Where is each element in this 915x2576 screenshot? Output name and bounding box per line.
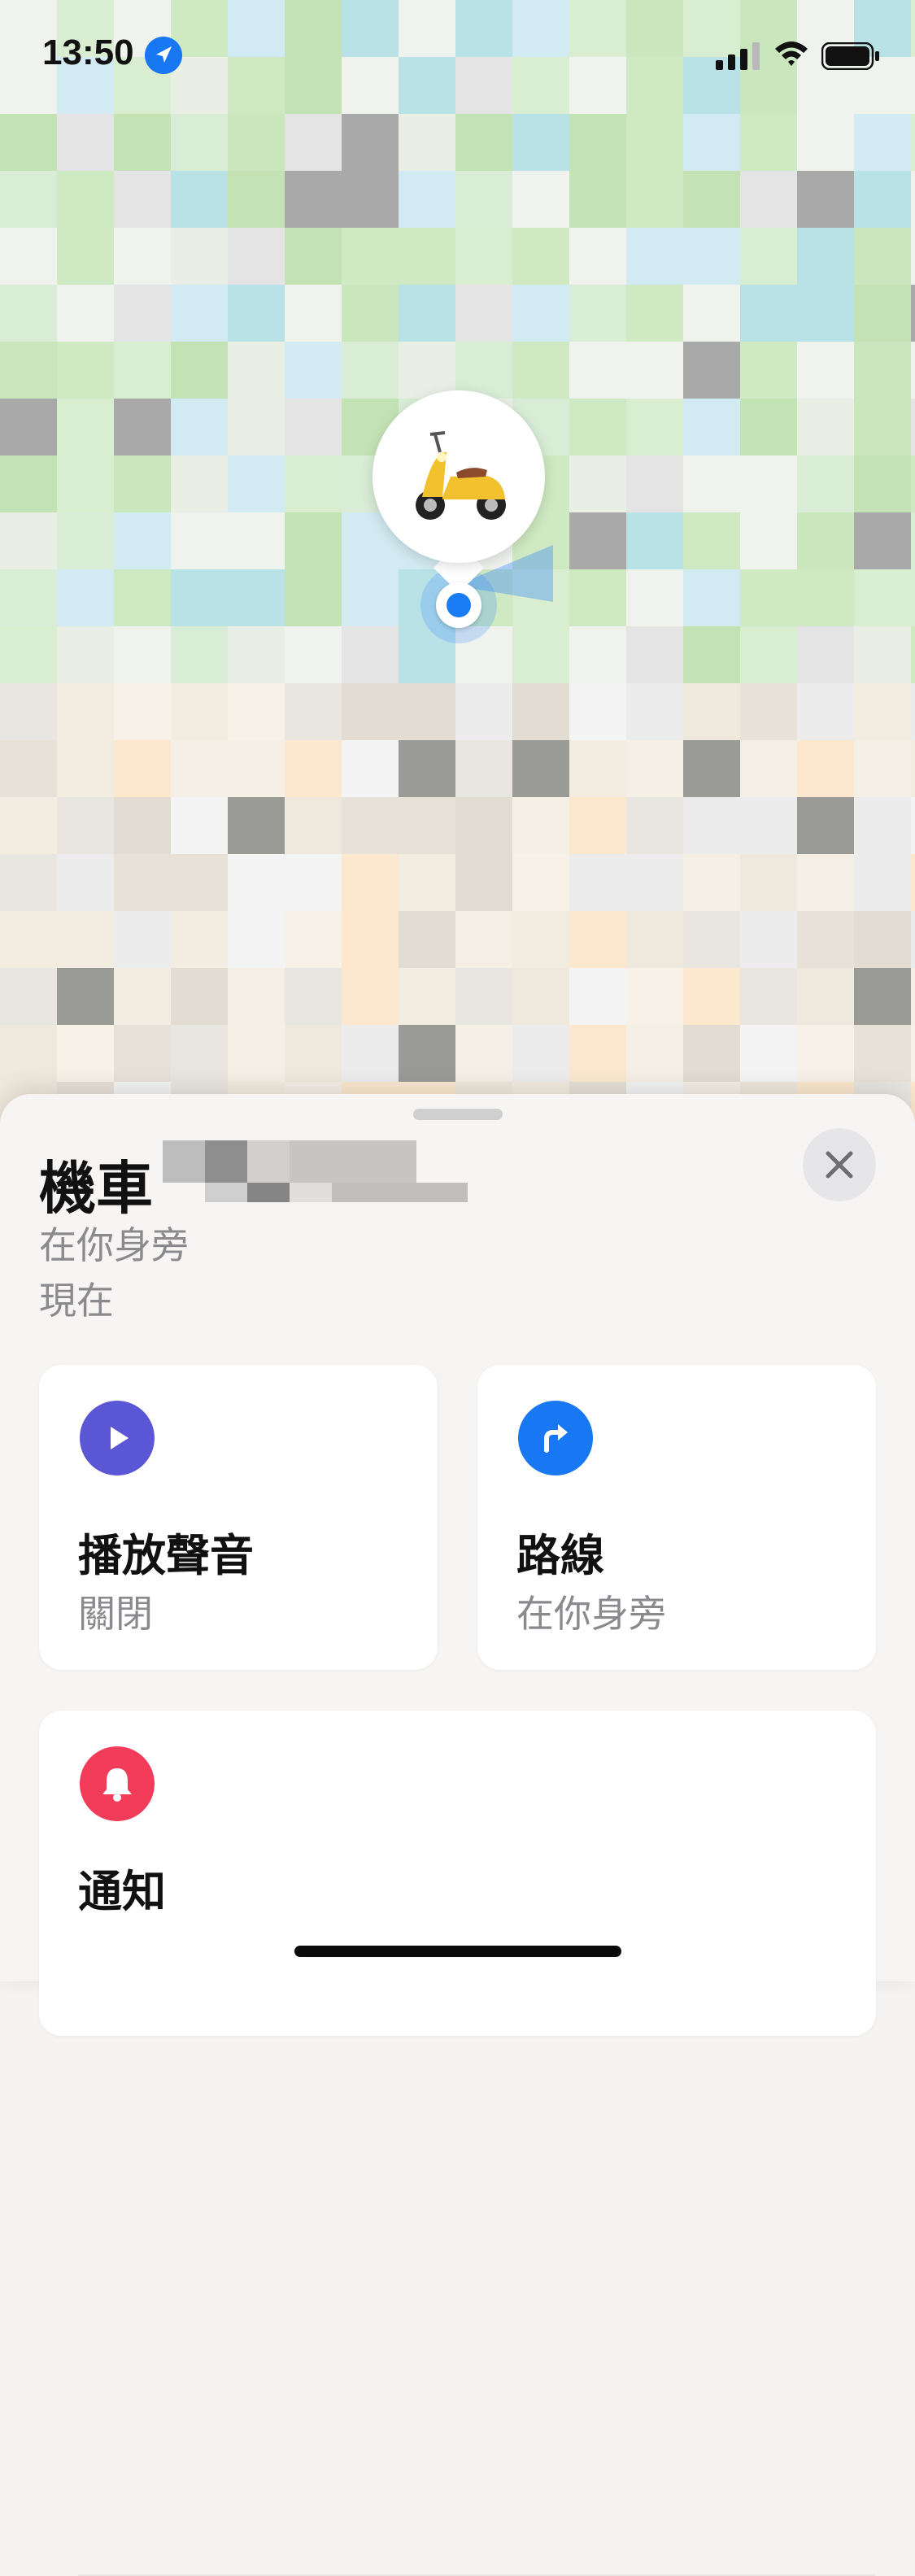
scooter-pin[interactable] xyxy=(373,390,545,563)
directions-title: 路線 xyxy=(516,1530,604,1581)
item-detail-sheet: 機車 在你身旁 現在 播放聲音 關閉 路線 在你身旁 通知 xyxy=(0,1094,915,2576)
item-title: 機車 xyxy=(39,1155,153,1222)
close-icon xyxy=(826,1151,853,1179)
notifications-title: 通知 xyxy=(78,1866,166,1917)
close-button[interactable] xyxy=(803,1128,876,1201)
directions-card[interactable]: 路線 在你身旁 xyxy=(477,1365,876,1670)
notifications-card[interactable]: 通知 xyxy=(39,1711,876,2576)
redacted-name xyxy=(163,1140,468,1202)
map-view[interactable] xyxy=(0,0,915,1139)
turn-right-arrow-icon xyxy=(518,1401,593,1475)
wifi-icon xyxy=(775,41,808,66)
item-time-text: 現在 xyxy=(39,1279,114,1323)
location-arrow-icon xyxy=(145,37,182,74)
battery-icon xyxy=(821,42,879,70)
scooter-icon xyxy=(416,431,506,520)
sheet-grabber[interactable] xyxy=(413,1109,503,1120)
play-sound-status: 關閉 xyxy=(78,1592,153,1636)
status-time: 13:50 xyxy=(42,33,134,72)
play-sound-title: 播放聲音 xyxy=(78,1530,254,1581)
play-icon xyxy=(80,1401,155,1475)
cellular-signal-icon xyxy=(716,42,760,70)
item-location-text: 在你身旁 xyxy=(39,1223,189,1267)
play-sound-card[interactable]: 播放聲音 關閉 xyxy=(39,1365,438,1670)
user-location-dot xyxy=(436,582,481,628)
status-bar: 13:50 xyxy=(0,0,915,106)
bell-icon xyxy=(80,1746,155,1821)
directions-subtitle: 在你身旁 xyxy=(516,1592,666,1636)
home-indicator[interactable] xyxy=(294,1946,621,1957)
